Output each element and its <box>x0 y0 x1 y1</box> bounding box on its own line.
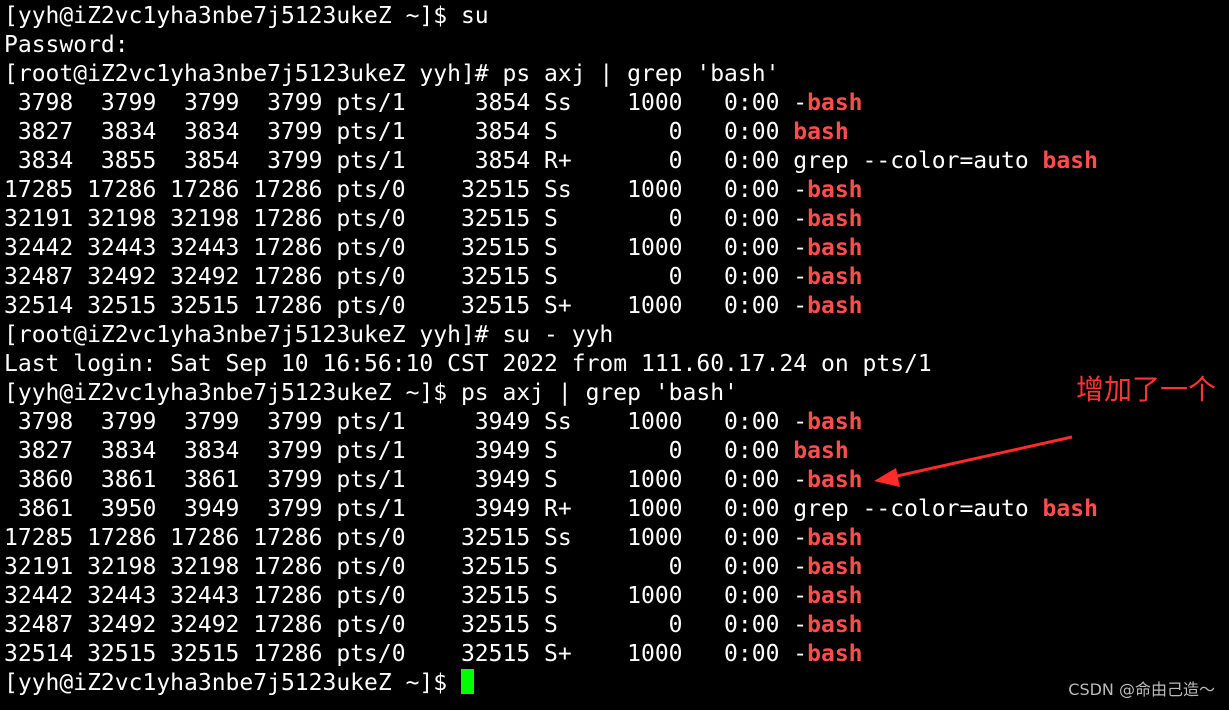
terminal-line-text: Password: <box>4 32 129 58</box>
grep-match-highlight: bash <box>1042 496 1098 522</box>
terminal-line-text: 32191 32198 32198 17286 pts/0 32515 S 0 … <box>4 206 808 232</box>
terminal-window[interactable]: [yyh@iZ2vc1yha3nbe7j5123ukeZ ~]$ su Passw… <box>0 0 1229 710</box>
terminal-line: 17285 17286 17286 17286 pts/0 32515 Ss 1… <box>4 176 1229 205</box>
grep-match-highlight: bash <box>807 612 863 638</box>
terminal-line-text: 32487 32492 32492 17286 pts/0 32515 S 0 … <box>4 264 808 290</box>
shell-prompt: [yyh@iZ2vc1yha3nbe7j5123ukeZ ~]$ <box>4 670 461 696</box>
grep-match-highlight: bash <box>807 583 863 609</box>
terminal-prompt-line[interactable]: [yyh@iZ2vc1yha3nbe7j5123ukeZ ~]$ <box>4 669 1229 698</box>
terminal-line: 3798 3799 3799 3799 pts/1 3854 Ss 1000 0… <box>4 89 1229 118</box>
text-cursor <box>460 669 474 694</box>
grep-match-highlight: bash <box>807 235 863 261</box>
terminal-line: 32487 32492 32492 17286 pts/0 32515 S 0 … <box>4 611 1229 640</box>
terminal-line: 3860 3861 3861 3799 pts/1 3949 S 1000 0:… <box>4 466 1229 495</box>
terminal-line: 3834 3855 3854 3799 pts/1 3854 R+ 0 0:00… <box>4 147 1229 176</box>
terminal-line-text: 3827 3834 3834 3799 pts/1 3854 S 0 0:00 <box>4 119 794 145</box>
terminal-line: Last login: Sat Sep 10 16:56:10 CST 2022… <box>4 350 1229 379</box>
terminal-line: 32442 32443 32443 17286 pts/0 32515 S 10… <box>4 234 1229 263</box>
terminal-line-text: [yyh@iZ2vc1yha3nbe7j5123ukeZ ~]$ su <box>4 3 489 29</box>
terminal-line: 3827 3834 3834 3799 pts/1 3854 S 0 0:00 … <box>4 118 1229 147</box>
terminal-line-text: 3834 3855 3854 3799 pts/1 3854 R+ 0 0:00… <box>4 148 1043 174</box>
terminal-line-text: 32514 32515 32515 17286 pts/0 32515 S+ 1… <box>4 293 808 319</box>
terminal-line: [yyh@iZ2vc1yha3nbe7j5123ukeZ ~]$ ps axj … <box>4 379 1229 408</box>
terminal-line-text: [root@iZ2vc1yha3nbe7j5123ukeZ yyh]# ps a… <box>4 61 780 87</box>
terminal-line-text: 32191 32198 32198 17286 pts/0 32515 S 0 … <box>4 554 808 580</box>
terminal-line: [root@iZ2vc1yha3nbe7j5123ukeZ yyh]# ps a… <box>4 60 1229 89</box>
terminal-line: [yyh@iZ2vc1yha3nbe7j5123ukeZ ~]$ su <box>4 2 1229 31</box>
terminal-line-text: [root@iZ2vc1yha3nbe7j5123ukeZ yyh]# su -… <box>4 322 614 348</box>
grep-match-highlight: bash <box>807 409 863 435</box>
grep-match-highlight: bash <box>807 90 863 116</box>
terminal-line-text: 3860 3861 3861 3799 pts/1 3949 S 1000 0:… <box>4 467 808 493</box>
terminal-line: 32514 32515 32515 17286 pts/0 32515 S+ 1… <box>4 640 1229 669</box>
grep-match-highlight: bash <box>793 119 849 145</box>
grep-match-highlight: bash <box>807 641 863 667</box>
grep-match-highlight: bash <box>807 467 863 493</box>
terminal-line: [root@iZ2vc1yha3nbe7j5123ukeZ yyh]# su -… <box>4 321 1229 350</box>
terminal-line-text: Last login: Sat Sep 10 16:56:10 CST 2022… <box>4 351 932 377</box>
terminal-line-text: 17285 17286 17286 17286 pts/0 32515 Ss 1… <box>4 525 808 551</box>
terminal-line-text: 32442 32443 32443 17286 pts/0 32515 S 10… <box>4 235 808 261</box>
grep-match-highlight: bash <box>807 293 863 319</box>
terminal-line: 32191 32198 32198 17286 pts/0 32515 S 0 … <box>4 205 1229 234</box>
grep-match-highlight: bash <box>807 264 863 290</box>
terminal-line-text: 17285 17286 17286 17286 pts/0 32515 Ss 1… <box>4 177 808 203</box>
grep-match-highlight: bash <box>807 177 863 203</box>
terminal-line-text: 32487 32492 32492 17286 pts/0 32515 S 0 … <box>4 612 808 638</box>
terminal-line: 32442 32443 32443 17286 pts/0 32515 S 10… <box>4 582 1229 611</box>
grep-match-highlight: bash <box>793 438 849 464</box>
terminal-line-text: [yyh@iZ2vc1yha3nbe7j5123ukeZ ~]$ ps axj … <box>4 380 738 406</box>
terminal-line-text: 32514 32515 32515 17286 pts/0 32515 S+ 1… <box>4 641 808 667</box>
terminal-line: 32487 32492 32492 17286 pts/0 32515 S 0 … <box>4 263 1229 292</box>
terminal-line: 3798 3799 3799 3799 pts/1 3949 Ss 1000 0… <box>4 408 1229 437</box>
terminal-line: 17285 17286 17286 17286 pts/0 32515 Ss 1… <box>4 524 1229 553</box>
terminal-output: [yyh@iZ2vc1yha3nbe7j5123ukeZ ~]$ su Passw… <box>4 2 1229 669</box>
terminal-line-text: 3798 3799 3799 3799 pts/1 3854 Ss 1000 0… <box>4 90 808 116</box>
grep-match-highlight: bash <box>807 525 863 551</box>
terminal-line: 3827 3834 3834 3799 pts/1 3949 S 0 0:00 … <box>4 437 1229 466</box>
grep-match-highlight: bash <box>807 554 863 580</box>
annotation-note: 增加了一个 <box>1076 373 1217 406</box>
terminal-line: 32191 32198 32198 17286 pts/0 32515 S 0 … <box>4 553 1229 582</box>
watermark: CSDN @命由己造～ <box>1068 680 1215 699</box>
terminal-line: Password: <box>4 31 1229 60</box>
terminal-line-text: 3827 3834 3834 3799 pts/1 3949 S 0 0:00 <box>4 438 794 464</box>
terminal-line-text: 3798 3799 3799 3799 pts/1 3949 Ss 1000 0… <box>4 409 808 435</box>
terminal-line-text: 3861 3950 3949 3799 pts/1 3949 R+ 1000 0… <box>4 496 1043 522</box>
grep-match-highlight: bash <box>1042 148 1098 174</box>
grep-match-highlight: bash <box>807 206 863 232</box>
terminal-line-text: 32442 32443 32443 17286 pts/0 32515 S 10… <box>4 583 808 609</box>
terminal-line: 3861 3950 3949 3799 pts/1 3949 R+ 1000 0… <box>4 495 1229 524</box>
terminal-line: 32514 32515 32515 17286 pts/0 32515 S+ 1… <box>4 292 1229 321</box>
